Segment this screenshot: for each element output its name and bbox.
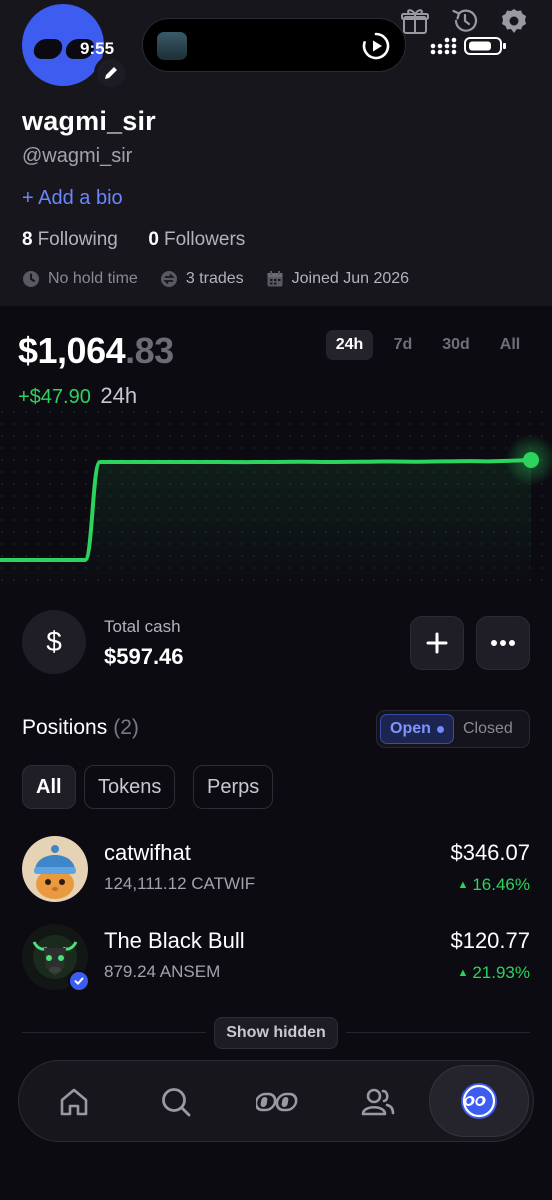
profile-meta: No hold time 3 trades Joined Jun 2026 xyxy=(22,270,431,288)
position-name: catwifhat xyxy=(104,840,191,865)
users-icon xyxy=(361,1088,395,1116)
nav-profile[interactable] xyxy=(429,1065,529,1137)
home-icon xyxy=(60,1088,88,1116)
total-cash-row: $ Total cash $597.46 xyxy=(22,610,530,676)
toggle-open[interactable]: Open xyxy=(380,714,454,744)
nav-home[interactable] xyxy=(43,1071,105,1133)
history-icon[interactable] xyxy=(450,6,480,36)
pills-icon xyxy=(256,1092,298,1112)
nav-pills[interactable] xyxy=(247,1071,309,1133)
balance-whole: $1,064 xyxy=(18,330,126,371)
divider-left xyxy=(22,1032,206,1033)
hold-time-text: No hold time xyxy=(48,270,138,287)
positions-count: (2) xyxy=(113,716,139,739)
battery-icon xyxy=(464,37,506,55)
media-thumbnail xyxy=(157,32,187,60)
profile-icon xyxy=(461,1083,497,1119)
position-change-value: 21.93% xyxy=(472,963,530,982)
trades-item: 3 trades xyxy=(160,270,244,288)
following-label: Following xyxy=(37,229,118,250)
media-player-island[interactable] xyxy=(142,18,406,72)
position-name: The Black Bull xyxy=(104,928,245,953)
portfolio-chart[interactable] xyxy=(0,410,552,590)
divider-right xyxy=(346,1032,530,1033)
settings-gear-icon[interactable] xyxy=(500,6,528,36)
clock-icon xyxy=(23,271,39,287)
followers-count: 0 xyxy=(148,229,159,250)
add-cash-button[interactable] xyxy=(410,616,464,670)
show-hidden-button[interactable]: Show hidden xyxy=(214,1017,338,1049)
bottom-navigation xyxy=(18,1060,534,1142)
change-period: 24h xyxy=(100,383,138,408)
search-icon xyxy=(162,1088,191,1117)
calendar-icon xyxy=(267,271,283,287)
avatar[interactable]: 9:55 xyxy=(22,4,128,90)
filter-all[interactable]: All xyxy=(22,765,76,809)
more-dots-icon xyxy=(491,640,515,646)
change-amount: +$47.90 xyxy=(18,386,91,408)
position-value: $120.77 xyxy=(450,928,530,953)
range-tab-7d[interactable]: 7d xyxy=(386,330,420,360)
position-change: ▲ 21.93% xyxy=(457,963,530,983)
range-tab-24h[interactable]: 24h xyxy=(326,330,373,360)
profile-username: wagmi_sir xyxy=(22,106,156,136)
range-tab-all[interactable]: All xyxy=(492,330,528,360)
position-row-catwifhat[interactable]: catwifhat 124,111.12 CATWIF $346.07 ▲ 16.… xyxy=(22,836,530,904)
joined-text: Joined Jun 2026 xyxy=(291,270,410,287)
plus-icon xyxy=(426,632,448,654)
open-closed-toggle: Open Closed xyxy=(376,710,530,748)
signal-icon xyxy=(430,37,457,55)
add-bio-link[interactable]: + Add a bio xyxy=(22,187,123,210)
position-amount: 124,111.12 CATWIF xyxy=(104,874,256,893)
joined-item: Joined Jun 2026 xyxy=(266,270,409,288)
swap-icon xyxy=(160,271,177,287)
up-triangle-icon: ▲ xyxy=(457,879,469,891)
time-range-tabs: 24h 7d 30d All xyxy=(326,330,532,360)
dollar-icon: $ xyxy=(22,610,86,674)
portfolio-change: +$47.90 24h xyxy=(18,383,137,409)
more-options-button[interactable] xyxy=(476,616,530,670)
toggle-open-label: Open xyxy=(390,720,431,737)
followers-link[interactable]: 0 Followers xyxy=(148,229,245,250)
filter-tokens[interactable]: Tokens xyxy=(84,765,176,809)
trades-text: 3 trades xyxy=(185,270,244,287)
total-cash-label: Total cash xyxy=(104,617,181,636)
position-amount: 879.24 ANSEM xyxy=(104,962,221,981)
position-change: ▲ 16.46% xyxy=(457,875,530,895)
filter-perps[interactable]: Perps xyxy=(193,765,274,809)
positions-heading: Positions (2) xyxy=(22,716,139,740)
active-dot-icon xyxy=(436,725,444,733)
edit-avatar-button[interactable] xyxy=(94,56,128,90)
play-icon[interactable] xyxy=(361,31,391,61)
following-count: 8 xyxy=(22,229,33,250)
gift-icon[interactable] xyxy=(400,6,430,36)
hold-time-item: No hold time xyxy=(22,270,138,288)
cat-icon xyxy=(22,836,88,902)
position-row-black-bull[interactable]: The Black Bull 879.24 ANSEM $120.77 ▲ 21.… xyxy=(22,924,530,992)
nav-users[interactable] xyxy=(347,1071,409,1133)
toggle-closed[interactable]: Closed xyxy=(463,711,513,747)
verified-badge-icon xyxy=(68,970,90,992)
pencil-icon xyxy=(105,67,117,79)
up-triangle-icon: ▲ xyxy=(457,967,469,979)
catwifhat-token-avatar xyxy=(22,836,88,902)
following-link[interactable]: 8 Following xyxy=(22,229,118,250)
balance-cents: .83 xyxy=(125,330,174,371)
follow-stats: 8 Following 0 Followers xyxy=(22,229,245,251)
position-change-value: 16.46% xyxy=(472,875,530,894)
range-tab-30d[interactable]: 30d xyxy=(434,330,478,360)
followers-label: Followers xyxy=(163,229,246,250)
nav-search[interactable] xyxy=(145,1071,207,1133)
profile-handle: @wagmi_sir xyxy=(22,145,133,167)
total-cash-value: $597.46 xyxy=(104,644,184,669)
portfolio-balance: $1,064.83 xyxy=(18,330,174,372)
position-value: $346.07 xyxy=(450,840,530,865)
chart-endpoint-dot xyxy=(523,452,539,468)
positions-title: Positions xyxy=(22,716,108,739)
